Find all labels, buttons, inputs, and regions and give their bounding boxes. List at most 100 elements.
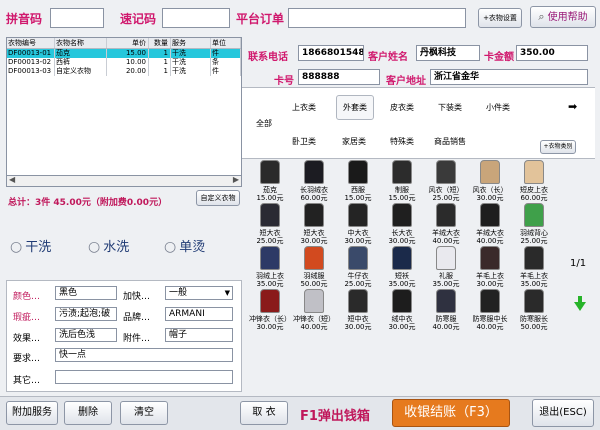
garment-price: 30.00元 <box>476 280 504 288</box>
flaw-field[interactable]: 污渍;起泡;破 <box>55 307 117 321</box>
other-field[interactable] <box>55 370 233 384</box>
delete-button[interactable]: 删除 <box>64 401 112 425</box>
next-category-icon[interactable]: ➡ <box>568 100 577 113</box>
open-cash-drawer-hint[interactable]: F1弹出钱箱 <box>300 405 370 424</box>
garment-name: 防寒服中长 <box>472 315 508 323</box>
service-option-label: 单烫 <box>179 240 206 255</box>
card-number-field[interactable]: 888888 <box>298 69 380 85</box>
color-label: 颜色… <box>13 292 41 302</box>
garment-price: 40.00元 <box>476 323 504 331</box>
table-row[interactable]: DF00013-03 自定义衣物 20.00 1 干洗 件 <box>7 67 241 76</box>
garment-tile[interactable]: 防寒服长 50.00元 <box>512 289 556 339</box>
garment-settings-button[interactable]: +衣物设置 <box>478 8 522 28</box>
category-small-items[interactable]: 小件类 <box>486 102 510 113</box>
effect-field[interactable]: 洗后色浅 <box>55 328 117 342</box>
service-option-dry-clean[interactable]: ○ 干洗 <box>10 236 51 255</box>
garment-image <box>524 246 544 270</box>
category-merchandise[interactable]: 商品销售 <box>434 136 466 147</box>
help-button[interactable]: ⌕ 使用帮助 <box>530 6 596 28</box>
brand-field[interactable]: ARMANI <box>165 307 233 321</box>
garment-tile[interactable]: 防寒服 40.00元 <box>424 289 468 339</box>
garment-tile[interactable]: 冲锋衣（长） 30.00元 <box>248 289 292 339</box>
checkout-button[interactable]: 收银结账（F3） <box>392 399 510 427</box>
color-field[interactable]: 黑色 <box>55 286 117 300</box>
category-home[interactable]: 家居类 <box>342 136 366 147</box>
category-outerwear[interactable]: 外套类 <box>336 95 374 120</box>
take-garment-button[interactable]: 取 衣 <box>240 401 288 425</box>
balance-field[interactable]: 350.00 <box>516 45 588 61</box>
table-horizontal-scrollbar[interactable]: ◀ ▶ <box>6 175 242 187</box>
category-all[interactable]: 全部 <box>256 118 272 129</box>
garment-price: 40.00元 <box>476 237 504 245</box>
garment-price: 35.00元 <box>256 280 284 288</box>
radio-icon: ○ <box>10 239 23 255</box>
customer-name-field[interactable]: 丹枫科技 <box>416 45 480 61</box>
garment-price: 40.00元 <box>300 323 328 331</box>
table-header: 衣物编号 衣物名称 单价 数量 服务 单位 <box>7 38 241 49</box>
category-leather[interactable]: 皮衣类 <box>390 102 414 113</box>
category-bottoms[interactable]: 下装类 <box>438 102 462 113</box>
garment-price: 30.00元 <box>476 194 504 202</box>
garment-category-button[interactable]: +衣物类别 <box>540 140 576 154</box>
garment-tile[interactable]: 绒中衣 30.00元 <box>380 289 424 339</box>
table-row[interactable]: DF00013-01 茄克 15.00 1 干洗 件 <box>7 49 241 58</box>
column-header-name: 衣物名称 <box>55 38 107 48</box>
garment-tile[interactable]: 冲锋衣（短） 40.00元 <box>292 289 336 339</box>
speed-select[interactable]: 一般 ▼ <box>165 286 233 300</box>
garment-price: 15.00元 <box>388 194 416 202</box>
category-panel: 全部 上衣类 外套类 皮衣类 下装类 小件类 ➡ 卧卫类 家居类 特殊类 商品销… <box>242 87 595 159</box>
scroll-right-icon[interactable]: ▶ <box>233 175 239 184</box>
quickcode-input[interactable] <box>162 8 230 28</box>
column-header-service: 服务 <box>171 38 211 48</box>
custom-garment-button[interactable]: 自定义衣物 <box>196 190 240 206</box>
service-option-iron-only[interactable]: ○ 单烫 <box>164 236 205 255</box>
category-bedding[interactable]: 卧卫类 <box>292 136 316 147</box>
garment-price: 25.00元 <box>344 280 372 288</box>
clear-button[interactable]: 清空 <box>120 401 168 425</box>
speed-label: 加快… <box>123 292 151 302</box>
cell-id: DF00013-01 <box>7 49 55 58</box>
garment-price: 40.00元 <box>432 323 460 331</box>
garment-image <box>480 246 500 270</box>
next-page-button[interactable] <box>574 296 586 311</box>
service-option-water-wash[interactable]: ○ 水洗 <box>88 236 129 255</box>
customer-name-label: 客户姓名 <box>368 52 408 63</box>
table-row[interactable]: DF00013-02 西裤 10.00 1 干洗 条 <box>7 58 241 67</box>
garment-image <box>480 160 500 184</box>
garment-name: 羊绒大衣 <box>476 229 504 237</box>
garment-name: 冲锋衣（长） <box>249 315 291 323</box>
garment-tile[interactable]: 防寒服中长 40.00元 <box>468 289 512 339</box>
garment-image <box>392 203 412 227</box>
request-field[interactable]: 快一点 <box>55 348 233 362</box>
garment-image <box>348 203 368 227</box>
garment-name: 羽绒上衣 <box>256 272 284 280</box>
phone-field[interactable]: 18668015483 <box>298 45 364 61</box>
platform-order-label: 平台订单 <box>236 12 285 26</box>
card-number-label: 卡号 <box>274 76 294 87</box>
garment-price: 50.00元 <box>300 280 328 288</box>
accessory-field[interactable]: 帽子 <box>165 328 233 342</box>
cell-unit: 条 <box>211 58 241 67</box>
category-tops[interactable]: 上衣类 <box>292 102 316 113</box>
garment-image <box>436 203 456 227</box>
address-field[interactable]: 浙江省金华 <box>430 69 588 85</box>
garment-name: 中大衣 <box>347 229 369 237</box>
extra-service-button[interactable]: 附加服务 <box>6 401 58 425</box>
category-special[interactable]: 特殊类 <box>390 136 414 147</box>
radio-icon: ○ <box>164 239 177 255</box>
garment-image <box>304 160 324 184</box>
scroll-left-icon[interactable]: ◀ <box>9 175 15 184</box>
cell-price: 15.00 <box>107 49 149 58</box>
exit-button[interactable]: 退出(ESC) <box>532 399 594 427</box>
garment-name: 冲锋衣（短） <box>293 315 335 323</box>
pinyin-input[interactable] <box>50 8 104 28</box>
quickcode-label: 速记码 <box>120 12 157 26</box>
garment-price: 30.00元 <box>300 237 328 245</box>
garment-name: 羽绒服 <box>303 272 325 280</box>
garment-name: 羊绒大衣 <box>432 229 460 237</box>
garment-tile[interactable]: 短中衣 30.00元 <box>336 289 380 339</box>
brand-label: 品牌… <box>123 313 151 323</box>
column-header-id: 衣物编号 <box>7 38 55 48</box>
platform-order-input[interactable] <box>288 8 466 28</box>
cell-price: 10.00 <box>107 58 149 67</box>
